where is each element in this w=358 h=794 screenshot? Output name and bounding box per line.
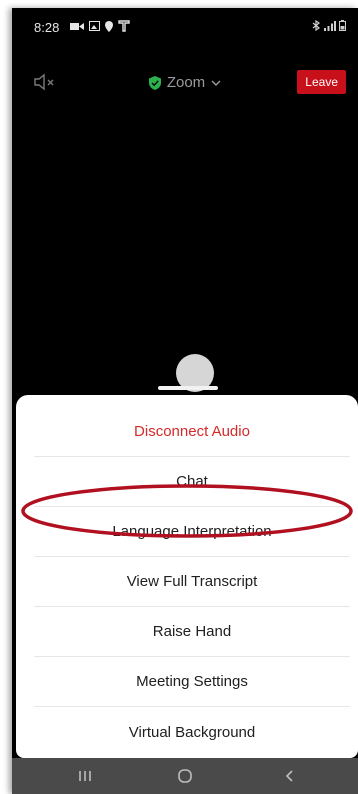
- menu-item-virtual-background[interactable]: Virtual Background: [34, 707, 350, 757]
- shield-check-icon: [148, 75, 161, 90]
- more-options-sheet: Disconnect Audio Chat Language Interpret…: [16, 395, 358, 758]
- home-button[interactable]: [170, 766, 200, 786]
- meeting-top-bar: Zoom Leave: [12, 66, 358, 102]
- menu-item-view-full-transcript[interactable]: View Full Transcript: [34, 557, 350, 607]
- menu-item-meeting-settings[interactable]: Meeting Settings: [34, 657, 350, 707]
- leave-button[interactable]: Leave: [297, 70, 346, 94]
- menu-item-disconnect-audio[interactable]: Disconnect Audio: [34, 407, 350, 457]
- battery-icon: [339, 20, 346, 31]
- system-nav-bar: [12, 758, 358, 794]
- screenshot-frame: 8:28 Zoom Leave Disconnect Audio Chat La…: [0, 0, 358, 794]
- video-icon: [70, 22, 84, 30]
- chevron-down-icon: [211, 80, 221, 86]
- status-bar: 8:28: [12, 8, 358, 48]
- menu-item-language-interpretation[interactable]: Language Interpretation: [34, 507, 350, 557]
- back-icon: [285, 770, 293, 782]
- home-icon: [178, 769, 192, 783]
- status-icons-right: [312, 20, 346, 31]
- bluetooth-icon: [312, 20, 321, 31]
- signal-icon: [324, 20, 336, 31]
- back-button[interactable]: [274, 766, 304, 786]
- status-time: 8:28: [34, 20, 60, 35]
- carrier-icon: [118, 20, 130, 32]
- phone-screen: 8:28 Zoom Leave Disconnect Audio Chat La…: [12, 8, 358, 794]
- meeting-title-text: Zoom: [166, 74, 206, 91]
- menu-item-raise-hand[interactable]: Raise Hand: [34, 607, 350, 657]
- status-icons-left: [70, 20, 130, 32]
- menu-item-chat[interactable]: Chat: [34, 457, 350, 507]
- recent-apps-icon: [79, 771, 91, 781]
- location-icon: [105, 20, 113, 32]
- sheet-drag-handle[interactable]: [158, 386, 218, 390]
- recent-apps-button[interactable]: [70, 766, 100, 786]
- image-icon: [89, 21, 100, 31]
